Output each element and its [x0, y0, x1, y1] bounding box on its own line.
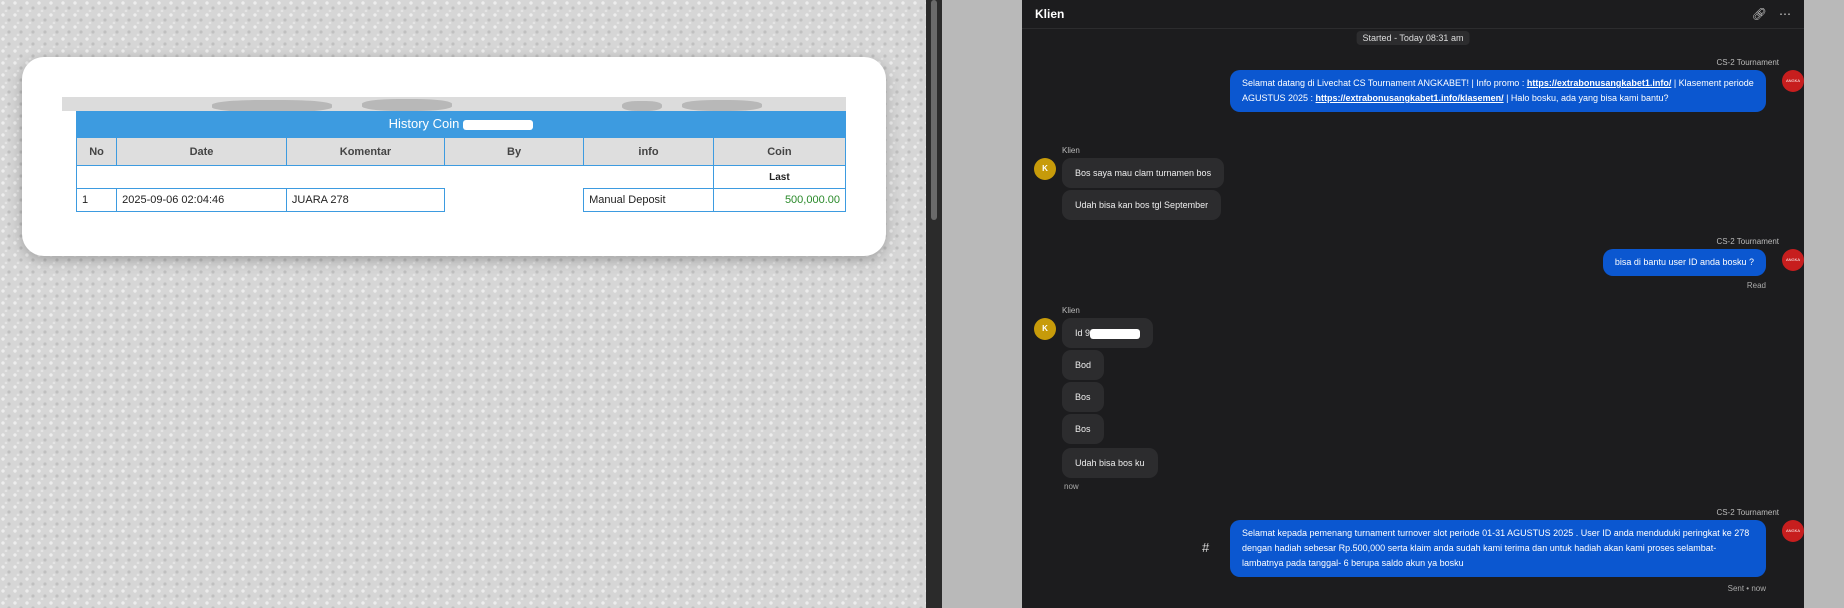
chat-panel: Klien 🔗︎ ⋯ Started - Today 08:31 am CS-2… [1022, 0, 1804, 608]
agent-avatar: ANGKA [1782, 520, 1804, 542]
client-message: Udah bisa bos ku [1062, 448, 1158, 478]
client-id-text: Id 9 [1075, 328, 1091, 338]
row-komentar: JUARA 278 [285, 188, 445, 212]
client-message: Bos [1062, 414, 1104, 444]
agent-message-1: Selamat datang di Livechat CS Tournament… [1230, 70, 1766, 112]
row-no: 1 [75, 188, 118, 212]
link-icon[interactable]: 🔗︎ [1752, 7, 1767, 21]
last-spacer [76, 165, 714, 189]
msg1-text-a: Selamat datang di Livechat CS Tournament… [1242, 78, 1527, 88]
agent-name: CS-2 Tournament [1716, 58, 1779, 67]
read-status: Read [1746, 281, 1766, 290]
sent-status: Sent • now [1727, 584, 1766, 593]
promo-link[interactable]: https://extrabonusangkabet1.info/ [1527, 78, 1672, 88]
client-name: Klien [1062, 146, 1080, 155]
col-date: Date [116, 137, 287, 166]
client-message: Bod [1062, 350, 1105, 380]
chat-title: Klien [1035, 7, 1065, 21]
agent-name: CS-2 Tournament [1716, 237, 1779, 246]
table-header-row: No Date Komentar By info Coin [75, 137, 846, 166]
redacted-username [463, 119, 534, 130]
client-message: Bos [1062, 382, 1104, 412]
col-by: By [443, 137, 585, 166]
agent-avatar: ANGKA [1782, 249, 1804, 271]
msg1-text-c: | Halo bosku, ada yang bisa kami bantu? [1503, 93, 1669, 103]
row-date: 2025-09-06 02:04:46 [116, 188, 287, 212]
row-info: Manual Deposit [583, 188, 714, 212]
row-by [443, 187, 585, 217]
client-name: Klien [1062, 306, 1080, 315]
redacted-id [1090, 328, 1141, 339]
klasemen-link[interactable]: https://extrabonusangkabet1.info/klaseme… [1316, 93, 1504, 103]
last-label: Last [712, 165, 846, 189]
gap [942, 0, 1022, 608]
col-komentar: Komentar [285, 137, 445, 166]
client-avatar: K [1034, 318, 1056, 340]
table-row: 1 2025-09-06 02:04:46 JUARA 278 Manual D… [75, 187, 846, 217]
title-text: History Coin [388, 116, 460, 131]
hash-icon[interactable]: # [1202, 540, 1209, 555]
row-coin: 500,000.00 [712, 188, 846, 212]
screenshot-card: History Coin No Date Komentar By info Co… [22, 57, 886, 256]
scrollbar-thumb[interactable] [931, 0, 937, 220]
chat-header: Klien 🔗︎ ⋯ [1022, 0, 1804, 29]
col-info: info [583, 137, 714, 166]
agent-avatar: ANGKA [1782, 70, 1804, 92]
map-banner [62, 97, 846, 112]
agent-message-3: Selamat kepada pemenang turnament turnov… [1230, 520, 1766, 577]
client-message: Udah bisa kan bos tgl September [1062, 190, 1222, 220]
client-time: now [1064, 482, 1079, 491]
chat-started-label: Started - Today 08:31 am [1356, 31, 1470, 45]
client-avatar: K [1034, 158, 1056, 180]
more-icon[interactable]: ⋯ [1779, 7, 1791, 21]
col-no: No [75, 137, 118, 166]
history-coin-panel: History Coin No Date Komentar By info Co… [62, 97, 846, 217]
client-message: Id 9 [1062, 318, 1154, 348]
gap [1804, 0, 1844, 608]
history-coin-title: History Coin [76, 111, 846, 137]
agent-message-2: bisa di bantu user ID anda bosku ? [1602, 249, 1766, 276]
redacted-by [444, 187, 584, 217]
col-coin: Coin [712, 137, 846, 166]
client-message: Bos saya mau clam turnamen bos [1062, 158, 1225, 188]
history-coin-table: No Date Komentar By info Coin Last 1 202… [75, 137, 846, 217]
last-row: Last [76, 165, 846, 189]
agent-name: CS-2 Tournament [1716, 508, 1779, 517]
left-background: History Coin No Date Komentar By info Co… [0, 0, 930, 608]
